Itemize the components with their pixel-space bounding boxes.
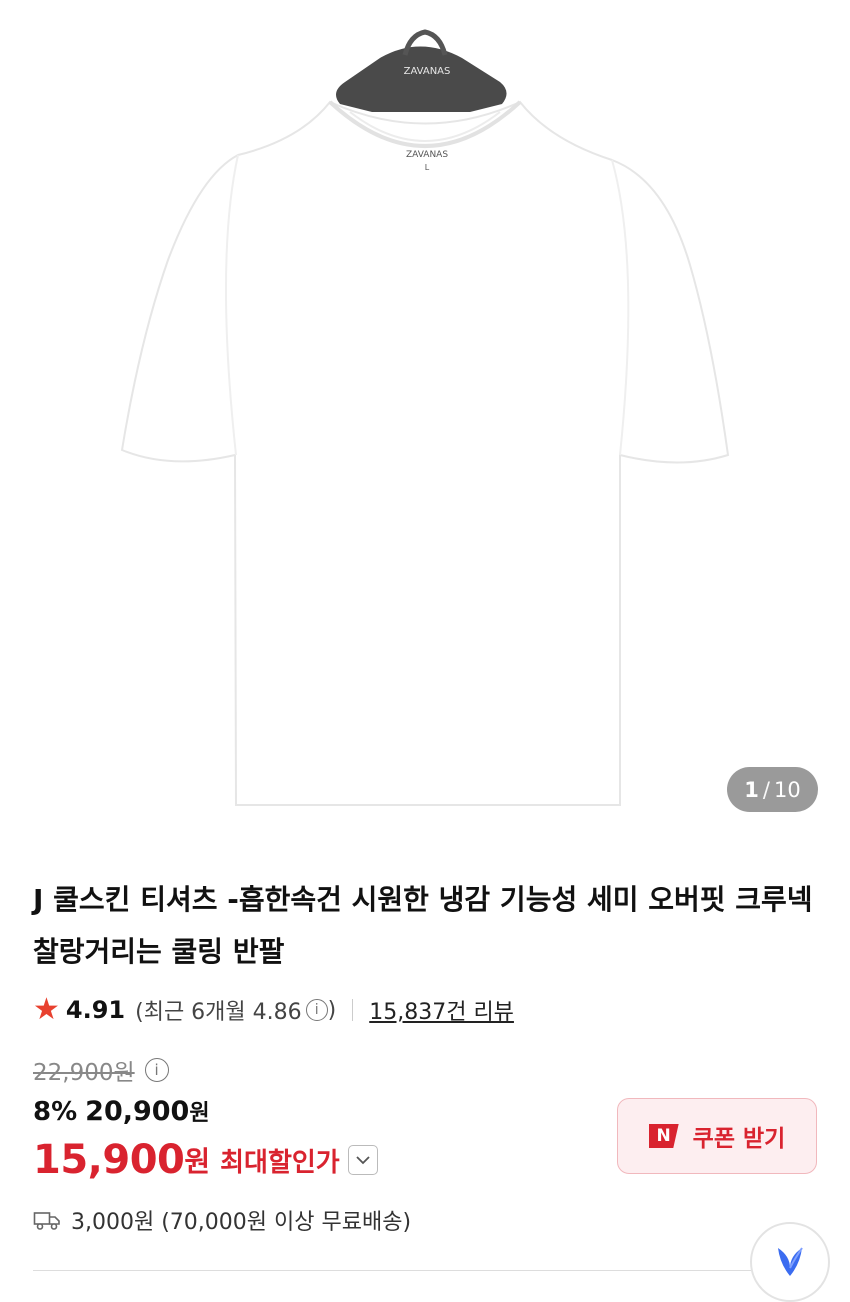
sale-price: 20,900: [85, 1096, 190, 1127]
sale-price-row: 8% 20,900 원: [33, 1095, 210, 1135]
tshirt-product-image: ZAVANAS ZAVANAS L: [120, 29, 730, 806]
shipping-info: 3,000원 (70,000원 이상 무료배송): [33, 1203, 411, 1237]
recent-rating: (최근 6개월 4.86: [135, 1000, 302, 1025]
max-discount-row: 15,900 원 최대할인가: [33, 1135, 378, 1185]
product-title: J 쿨스킨 티셔츠 -흡한속건 시원한 냉감 기능성 세미 오버핏 크루넥 찰랑…: [33, 883, 813, 968]
neck-tag-size: L: [425, 163, 430, 172]
neck-tag-brand: ZAVANAS: [406, 150, 448, 160]
recent-rating-close: ): [327, 997, 337, 1023]
pager-total: 10: [773, 777, 801, 802]
section-divider: [33, 1270, 823, 1271]
review-count-link[interactable]: 15,837건 리뷰: [369, 994, 514, 1026]
floating-assistant-button[interactable]: [750, 1222, 830, 1302]
pager-current: 1: [744, 777, 759, 802]
divider: [352, 999, 354, 1021]
discount-percent: 8%: [33, 1097, 78, 1127]
max-discount-label: 최대할인가: [220, 1147, 340, 1178]
star-icon: ★: [33, 992, 60, 1027]
floating-assistant-icon: [770, 1224, 810, 1286]
coupon-button[interactable]: N 쿠폰 받기: [617, 1098, 817, 1174]
coupon-button-label: 쿠폰 받기: [692, 1126, 786, 1152]
product-image-gallery[interactable]: ZAVANAS ZAVANAS L 1 / 10: [0, 0, 850, 830]
max-discount-unit: 원: [184, 1145, 211, 1178]
original-price: 22,900원: [33, 1060, 135, 1086]
rating-row: ★ 4.91 (최근 6개월 4.86 i ) 15,837건 리뷰: [33, 992, 514, 1028]
hanger-brand: ZAVANAS: [404, 66, 451, 77]
naver-n-icon: N: [648, 1124, 679, 1148]
pager-separator: /: [762, 777, 770, 802]
rating-score: 4.91: [65, 996, 126, 1024]
price-info-icon[interactable]: i: [144, 1058, 169, 1082]
max-discount-price: 15,900: [33, 1137, 185, 1183]
sale-price-unit: 원: [189, 1101, 210, 1126]
shipping-text: 3,000원 (70,000원 이상 무료배송): [71, 1210, 412, 1235]
image-pager: 1 / 10: [727, 767, 818, 812]
original-price-row: 22,900원 i: [33, 1052, 169, 1088]
info-icon[interactable]: i: [305, 999, 328, 1021]
chevron-down-icon[interactable]: [347, 1145, 378, 1175]
truck-icon: [33, 1209, 61, 1231]
